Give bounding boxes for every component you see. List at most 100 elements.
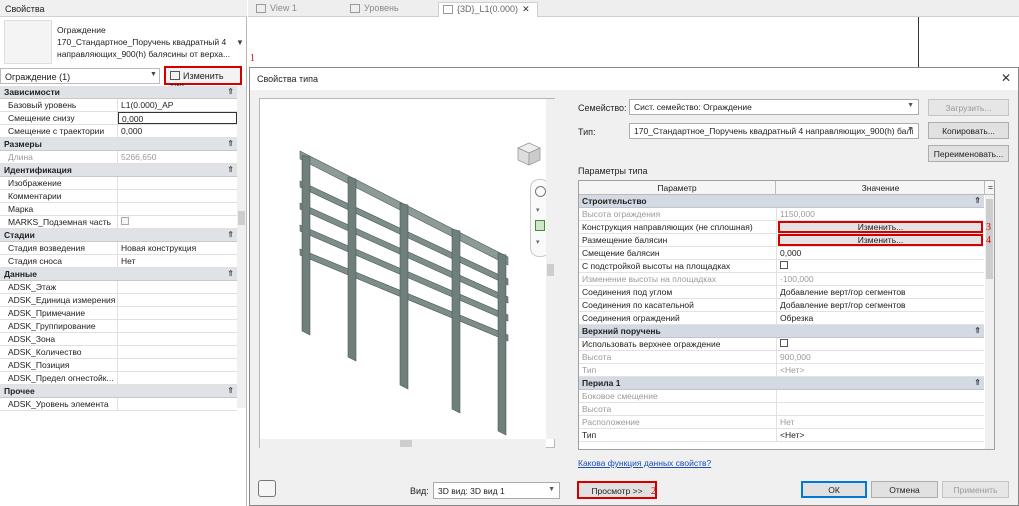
property-value[interactable]: [118, 294, 237, 306]
property-value[interactable]: [118, 203, 237, 215]
property-row[interactable]: Изображение: [0, 177, 237, 190]
help-link[interactable]: Какова функция данных свойств?: [578, 458, 711, 468]
tab-view-1[interactable]: View 1: [252, 2, 332, 17]
section-header[interactable]: Данные ⇑: [0, 268, 237, 281]
property-row[interactable]: Смещение с траектории 0,000: [0, 125, 237, 138]
tab-3d-view[interactable]: {3D}_L1(0.000) ✕: [438, 2, 538, 17]
property-row[interactable]: Стадия сноса Нет: [0, 255, 237, 268]
checkbox[interactable]: [780, 261, 788, 269]
table-scrollbar[interactable]: [985, 195, 994, 449]
property-row[interactable]: ADSK_Позиция: [0, 359, 237, 372]
property-row[interactable]: MARKS_Подземная часть: [0, 216, 237, 229]
section-header[interactable]: Размеры ⇑: [0, 138, 237, 151]
property-row[interactable]: ADSK_Примечание: [0, 307, 237, 320]
property-value[interactable]: [118, 372, 237, 384]
viewcube-icon[interactable]: [516, 141, 542, 169]
property-row[interactable]: ADSK_Зона: [0, 333, 237, 346]
preview-horizontal-scrollbar[interactable]: [260, 439, 546, 448]
property-value[interactable]: [118, 333, 237, 345]
chevron-down-icon[interactable]: ▾: [536, 238, 540, 246]
collapse-icon[interactable]: ⇑: [227, 269, 234, 278]
scrollbar-thumb[interactable]: [238, 211, 245, 225]
chevron-down-icon[interactable]: ▼: [150, 71, 157, 78]
property-value[interactable]: [118, 216, 237, 228]
chevron-down-icon[interactable]: ▼: [236, 38, 244, 47]
collapse-icon[interactable]: ⇑: [227, 165, 234, 174]
tab-level[interactable]: Уровень: [346, 2, 436, 17]
section-header[interactable]: Прочее ⇑: [0, 385, 237, 398]
property-value[interactable]: [118, 398, 237, 410]
section-header[interactable]: Перила 1 ⇑: [579, 377, 984, 390]
view-select[interactable]: 3D вид: 3D вид 1 ▼: [433, 482, 560, 499]
load-button[interactable]: Загрузить...: [928, 99, 1009, 116]
collapse-icon[interactable]: ⇑: [227, 230, 234, 239]
property-row[interactable]: Стадия возведения Новая конструкция: [0, 242, 237, 255]
section-header[interactable]: Зависимости ⇑: [0, 86, 237, 99]
rename-button[interactable]: Переименовать...: [928, 145, 1009, 162]
type-selector[interactable]: Ограждение 170_Стандартное_Поручень квад…: [57, 24, 237, 60]
section-header[interactable]: Верхний поручень ⇑: [579, 325, 984, 338]
checkbox[interactable]: [780, 339, 788, 347]
section-header[interactable]: Строительство ⇑: [579, 195, 984, 208]
column-header-value[interactable]: Значение: [777, 181, 985, 195]
property-value[interactable]: [118, 281, 237, 293]
table-row[interactable]: Тип <Нет>: [579, 429, 984, 442]
param-value[interactable]: Добавление верт/гор сегментов: [777, 286, 984, 298]
table-row[interactable]: Соединения под углом Добавление верт/гор …: [579, 286, 984, 299]
section-header[interactable]: Идентификация ⇑: [0, 164, 237, 177]
bottom-offset-input[interactable]: 0,000: [118, 112, 237, 124]
scrollbar-thumb[interactable]: [400, 440, 412, 447]
steering-wheel-button[interactable]: [258, 480, 276, 497]
checkbox[interactable]: [121, 217, 129, 225]
property-row[interactable]: ADSK_Уровень элемента: [0, 398, 237, 411]
property-row[interactable]: ADSK_Этаж: [0, 281, 237, 294]
param-value[interactable]: 0,000: [777, 247, 984, 259]
steering-wheel-icon[interactable]: [535, 186, 546, 197]
apply-button[interactable]: Применить: [942, 481, 1009, 498]
property-value[interactable]: L1(0.000)_AP: [118, 99, 237, 111]
column-header-formula[interactable]: =: [986, 181, 994, 192]
section-header[interactable]: Стадии ⇑: [0, 229, 237, 242]
property-row[interactable]: ADSK_Группирование: [0, 320, 237, 333]
baluster-placement-edit-button[interactable]: Изменить...: [778, 234, 983, 246]
property-row[interactable]: ADSK_Единица измерения: [0, 294, 237, 307]
property-row[interactable]: Марка: [0, 203, 237, 216]
edit-type-button[interactable]: Изменить тип: [164, 66, 242, 91]
table-row[interactable]: Конструкция направляющих (не сплошная) Из…: [579, 221, 984, 234]
chevron-down-icon[interactable]: ▾: [536, 206, 540, 214]
property-value[interactable]: [118, 346, 237, 358]
collapse-icon[interactable]: ⇑: [974, 378, 981, 387]
property-row[interactable]: ADSK_Предел огнестойк...: [0, 372, 237, 385]
preview-pane[interactable]: ▾ ▾: [259, 98, 555, 448]
param-value[interactable]: Обрезка: [777, 312, 984, 324]
collapse-icon[interactable]: ⇑: [227, 139, 234, 148]
property-row[interactable]: Комментарии: [0, 190, 237, 203]
close-icon[interactable]: ✕: [1001, 71, 1011, 85]
property-value[interactable]: [118, 190, 237, 202]
table-row[interactable]: Соединения по касательной Добавление верт…: [579, 299, 984, 312]
close-icon[interactable]: ✕: [522, 4, 530, 14]
property-value[interactable]: Нет: [118, 255, 237, 267]
type-select[interactable]: 170_Стандартное_Поручень квадратный 4 на…: [629, 123, 919, 139]
cancel-button[interactable]: Отмена: [871, 481, 938, 498]
collapse-icon[interactable]: ⇑: [227, 386, 234, 395]
table-row[interactable]: С подстройкой высоты на площадках: [579, 260, 984, 273]
rail-structure-edit-button[interactable]: Изменить...: [778, 221, 983, 233]
copy-button[interactable]: Копировать...: [928, 122, 1009, 139]
table-row[interactable]: Соединения ограждений Обрезка: [579, 312, 984, 325]
scrollbar-thumb[interactable]: [547, 264, 554, 276]
table-row[interactable]: Использовать верхнее ограждение: [579, 338, 984, 351]
property-value[interactable]: 0,000: [118, 125, 237, 137]
property-value[interactable]: [118, 177, 237, 189]
property-row[interactable]: ADSK_Количество: [0, 346, 237, 359]
table-row[interactable]: Размещение балясин Изменить...: [579, 234, 984, 247]
property-row[interactable]: Смещение снизу 0,000: [0, 112, 237, 125]
property-row[interactable]: Базовый уровень L1(0.000)_AP: [0, 99, 237, 112]
param-value[interactable]: <Нет>: [777, 429, 984, 441]
param-value[interactable]: Добавление верт/гор сегментов: [777, 299, 984, 311]
property-value[interactable]: [118, 307, 237, 319]
instance-filter-select[interactable]: Ограждение (1): [0, 68, 160, 84]
collapse-icon[interactable]: ⇑: [974, 196, 981, 205]
property-value[interactable]: Новая конструкция: [118, 242, 237, 254]
collapse-icon[interactable]: ⇑: [974, 326, 981, 335]
